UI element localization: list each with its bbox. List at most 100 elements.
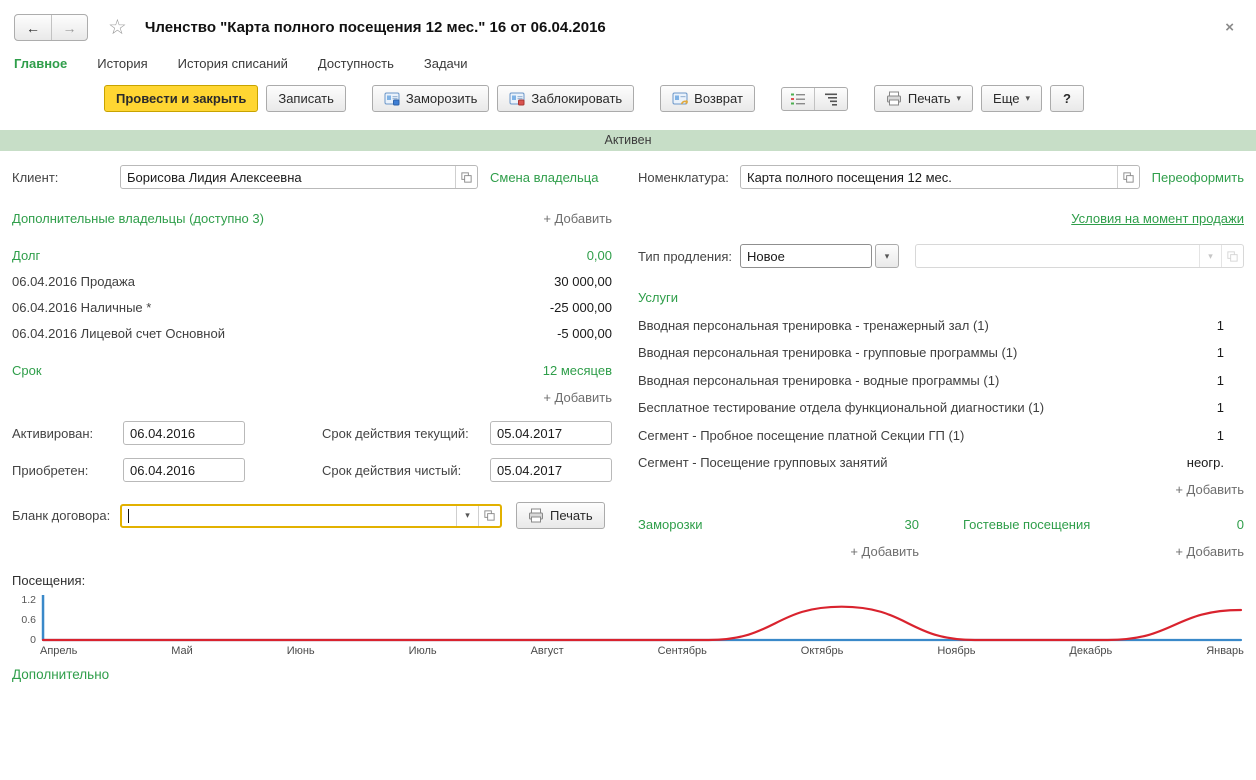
choose-icon[interactable] bbox=[455, 166, 477, 188]
activated-field[interactable] bbox=[123, 421, 245, 445]
month-label: Ноябрь bbox=[937, 645, 975, 657]
renewal-type-input[interactable] bbox=[741, 245, 871, 267]
client-field[interactable] bbox=[120, 165, 478, 189]
chart-plot: Апрель Май Июнь Июль Август Сентябрь Окт… bbox=[40, 592, 1244, 657]
valid-current-label: Срок действия текущий: bbox=[322, 426, 485, 441]
choose-icon[interactable] bbox=[1221, 245, 1243, 267]
close-icon[interactable]: × bbox=[1217, 17, 1242, 38]
tab-istoriya-spisaniy[interactable]: История списаний bbox=[178, 56, 288, 71]
post-and-close-button[interactable]: Провести и закрыть bbox=[104, 85, 258, 112]
term-link[interactable]: Срок bbox=[12, 363, 42, 378]
save-button[interactable]: Записать bbox=[266, 85, 346, 112]
change-owner-link[interactable]: Смена владельца bbox=[490, 170, 598, 185]
month-label: Декабрь bbox=[1069, 645, 1112, 657]
chevron-down-icon: ▾ bbox=[1026, 93, 1031, 104]
term-value: 12 месяцев bbox=[543, 363, 612, 378]
tab-dostupnost[interactable]: Доступность bbox=[318, 56, 394, 71]
print-menu-button[interactable]: Печать ▾ bbox=[874, 85, 973, 112]
block-button[interactable]: Заблокировать bbox=[497, 85, 634, 112]
dropdown-arrow-icon[interactable]: ▾ bbox=[875, 244, 899, 268]
help-button[interactable]: ? bbox=[1050, 85, 1084, 112]
nomenclature-label: Номенклатура: bbox=[638, 170, 740, 185]
renewal-target-input[interactable] bbox=[916, 245, 1199, 267]
purchased-field[interactable] bbox=[123, 458, 245, 482]
section-tabs: Главное История История списаний Доступн… bbox=[0, 50, 1256, 81]
service-value: 1 bbox=[1217, 373, 1224, 388]
chart-x-axis-labels: Апрель Май Июнь Июль Август Сентябрь Окт… bbox=[40, 645, 1244, 657]
card-refund-icon bbox=[672, 91, 688, 106]
print-contract-button[interactable]: Печать bbox=[516, 502, 605, 529]
contract-row: Бланк договора: ▾ Печать bbox=[12, 502, 612, 529]
printer-icon bbox=[886, 91, 902, 106]
checklist-icon[interactable] bbox=[782, 88, 814, 110]
sale-terms-row: Условия на момент продажи bbox=[638, 211, 1244, 226]
status-label: Активен bbox=[604, 133, 651, 147]
toolbar: Провести и закрыть Записать Заморозить З… bbox=[0, 81, 1256, 122]
nomenclature-field[interactable] bbox=[740, 165, 1140, 189]
tab-zadachi[interactable]: Задачи bbox=[424, 56, 468, 71]
month-label: Июль bbox=[409, 645, 437, 657]
valid-net-input[interactable] bbox=[491, 459, 611, 481]
choose-icon[interactable] bbox=[478, 506, 500, 526]
freeze-guest-section: Заморозки 30 + Добавить Гостевые посещен… bbox=[638, 517, 1244, 559]
debt-entry-amount: -25 000,00 bbox=[550, 300, 612, 315]
reissue-link[interactable]: Переоформить bbox=[1152, 170, 1244, 185]
freezes-link[interactable]: Заморозки bbox=[638, 517, 702, 532]
tab-glavnoe[interactable]: Главное bbox=[14, 56, 67, 71]
nomenclature-input[interactable] bbox=[741, 166, 1117, 188]
printer-icon bbox=[528, 508, 544, 523]
choose-icon[interactable] bbox=[1117, 166, 1139, 188]
left-column: Клиент: Смена владельца Дополнительные в… bbox=[12, 165, 612, 559]
tab-istoriya[interactable]: История bbox=[97, 56, 147, 71]
activated-input[interactable] bbox=[124, 422, 244, 444]
guest-visits-link[interactable]: Гостевые посещения bbox=[963, 517, 1090, 532]
additional-owners-link[interactable]: Дополнительные владельцы (доступно 3) bbox=[12, 211, 264, 226]
dates-grid: Активирован: Срок действия текущий: Прио… bbox=[12, 421, 612, 482]
y-tick-label: 0.6 bbox=[21, 614, 36, 626]
service-label: Вводная персональная тренировка - группо… bbox=[638, 345, 1017, 360]
valid-net-field[interactable] bbox=[490, 458, 612, 482]
chart-y-axis-ticks: 00.61.2 bbox=[12, 592, 40, 644]
back-arrow-icon[interactable]: ← bbox=[15, 15, 51, 40]
hierarchy-list-icon[interactable] bbox=[814, 88, 847, 110]
main-area: Клиент: Смена владельца Дополнительные в… bbox=[0, 151, 1256, 559]
additional-link[interactable]: Дополнительно bbox=[12, 667, 109, 682]
renewal-type-label: Тип продления: bbox=[638, 249, 740, 264]
more-button[interactable]: Еще ▾ bbox=[981, 85, 1042, 112]
add-term-button[interactable]: + Добавить bbox=[543, 390, 612, 405]
service-label: Сегмент - Посещение групповых занятий bbox=[638, 455, 887, 470]
service-value: 1 bbox=[1217, 345, 1224, 360]
service-value: 1 bbox=[1217, 428, 1224, 443]
more-label: Еще bbox=[993, 91, 1019, 106]
contract-input[interactable] bbox=[129, 506, 456, 526]
service-row: Бесплатное тестирование отдела функциона… bbox=[638, 400, 1244, 415]
dropdown-arrow-icon[interactable]: ▾ bbox=[456, 506, 478, 526]
visits-line-chart bbox=[40, 592, 1244, 644]
valid-current-input[interactable] bbox=[491, 422, 611, 444]
y-tick-label: 0 bbox=[30, 634, 36, 646]
service-label: Бесплатное тестирование отдела функциона… bbox=[638, 400, 1044, 415]
print-contract-label: Печать bbox=[550, 508, 593, 523]
client-input[interactable] bbox=[121, 166, 455, 188]
renewal-type-field[interactable] bbox=[740, 244, 872, 268]
add-owner-button[interactable]: + Добавить bbox=[543, 211, 612, 226]
add-service-button[interactable]: + Добавить bbox=[1175, 482, 1244, 497]
visits-chart-section: Посещения: 00.61.2 Апрель Май Июнь Июль … bbox=[0, 573, 1256, 657]
renewal-target-field[interactable]: ▾ bbox=[915, 244, 1244, 268]
favorite-star-icon[interactable]: ☆ bbox=[108, 17, 127, 38]
refund-button[interactable]: Возврат bbox=[660, 85, 755, 112]
freeze-button[interactable]: Заморозить bbox=[372, 85, 490, 112]
debt-link[interactable]: Долг bbox=[12, 248, 40, 263]
add-guest-visit-button[interactable]: + Добавить bbox=[1175, 544, 1244, 559]
services-link[interactable]: Услуги bbox=[638, 290, 678, 305]
contract-field[interactable]: ▾ bbox=[120, 504, 502, 528]
add-freeze-button[interactable]: + Добавить bbox=[850, 544, 919, 559]
dropdown-arrow-icon[interactable]: ▾ bbox=[1199, 245, 1221, 267]
purchased-input[interactable] bbox=[124, 459, 244, 481]
valid-current-field[interactable] bbox=[490, 421, 612, 445]
debt-entry-row: 06.04.2016 Лицевой счет Основной -5 000,… bbox=[12, 326, 612, 341]
service-row: Вводная персональная тренировка - группо… bbox=[638, 345, 1244, 360]
debt-total: 0,00 bbox=[587, 248, 612, 263]
forward-arrow-icon[interactable]: → bbox=[51, 15, 87, 40]
sale-terms-link[interactable]: Условия на момент продажи bbox=[1071, 211, 1244, 226]
